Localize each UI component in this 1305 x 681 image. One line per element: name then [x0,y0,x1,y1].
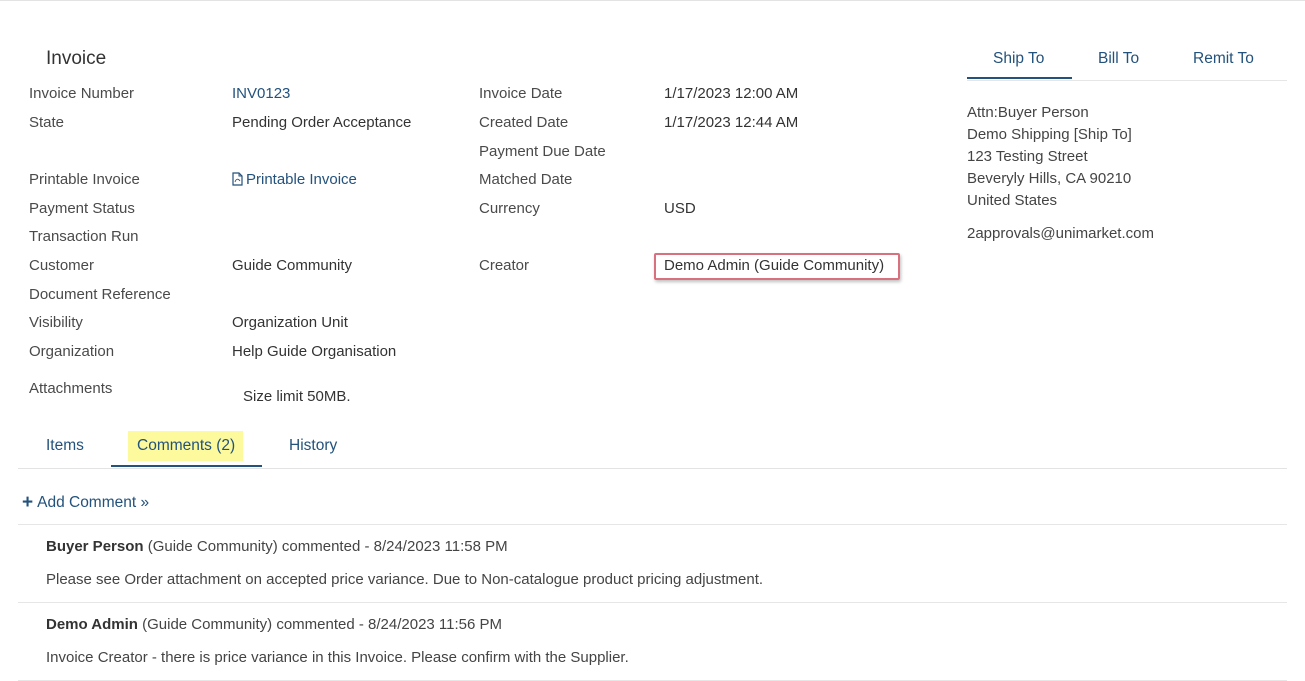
divider [18,602,1287,603]
payment-due-date-label: Payment Due Date [479,143,606,160]
visibility-value: Organization Unit [232,314,348,331]
printable-invoice-label: Printable Invoice [29,171,140,188]
customer-label: Customer [29,257,95,274]
comment-meta: (Guide Community) commented - 8/24/2023 … [137,616,503,633]
tab-items[interactable]: Items [46,437,84,455]
address-city: Beveryly Hills, CA 90210 [967,170,1132,187]
matched-date-label: Matched Date [479,171,573,188]
attachments-size-limit: Size limit 50MB. [243,388,351,405]
address-country: United States [967,192,1058,209]
document-reference-label: Document Reference [29,286,171,303]
address-name: Demo Shipping [Ship To] [967,126,1132,143]
comment-author: Buyer Person [46,538,144,555]
state-value: Pending Order Acceptance [232,114,412,131]
add-comment-label: Add Comment » [37,494,150,511]
payment-status-label: Payment Status [29,200,135,217]
tab-remit-to[interactable]: Remit To [1193,50,1254,68]
comment-author: Demo Admin [46,616,138,633]
divider [18,524,1287,525]
invoice-number-link[interactable]: INV0123 [232,85,290,102]
detail-tabs: Items Comments (2) History [18,427,1287,469]
created-date-value: 1/17/2023 12:44 AM [664,114,799,131]
comment-header: Buyer Person (Guide Community) commented… [46,538,508,555]
comment-text: Please see Order attachment on accepted … [46,571,764,588]
attachments-label: Attachments [29,380,113,397]
currency-value: USD [664,200,696,217]
comment-header: Demo Admin (Guide Community) commented -… [46,616,502,633]
comment-meta: (Guide Community) commented - 8/24/2023 … [143,538,508,555]
top-border [0,0,1305,1]
customer-value: Guide Community [232,257,353,274]
invoice-date-value: 1/17/2023 12:00 AM [664,85,799,102]
comment-text: Invoice Creator - there is price varianc… [46,649,629,666]
printable-invoice-link[interactable]: Printable Invoice [232,171,357,190]
organization-label: Organization [29,343,115,360]
address-tabs: Ship To Bill To Remit To [967,40,1287,81]
address-email: 2approvals@unimarket.com [967,225,1154,242]
tab-active-indicator [111,465,262,467]
add-comment-button[interactable]: + Add Comment » [22,492,149,514]
address-street: 123 Testing Street [967,148,1088,165]
visibility-label: Visibility [29,314,83,331]
invoice-number-label: Invoice Number [29,85,135,102]
currency-label: Currency [479,200,540,217]
created-date-label: Created Date [479,114,569,131]
tab-bill-to[interactable]: Bill To [1098,50,1139,68]
tab-history[interactable]: History [289,437,337,455]
tab-comments[interactable]: Comments (2) [137,437,235,455]
printable-invoice-link-label: Printable Invoice [246,171,357,188]
pdf-file-icon [232,172,243,190]
plus-icon: + [22,492,34,513]
address-tab-active-indicator [967,77,1072,79]
creator-label: Creator [479,257,530,274]
transaction-run-label: Transaction Run [29,228,139,245]
organization-value: Help Guide Organisation [232,343,397,360]
tab-ship-to[interactable]: Ship To [993,50,1044,68]
address-attn: Attn:Buyer Person [967,104,1089,121]
invoice-date-label: Invoice Date [479,85,563,102]
page-title: Invoice [46,48,107,69]
creator-value: Demo Admin (Guide Community) [664,257,885,274]
state-label: State [29,114,65,131]
